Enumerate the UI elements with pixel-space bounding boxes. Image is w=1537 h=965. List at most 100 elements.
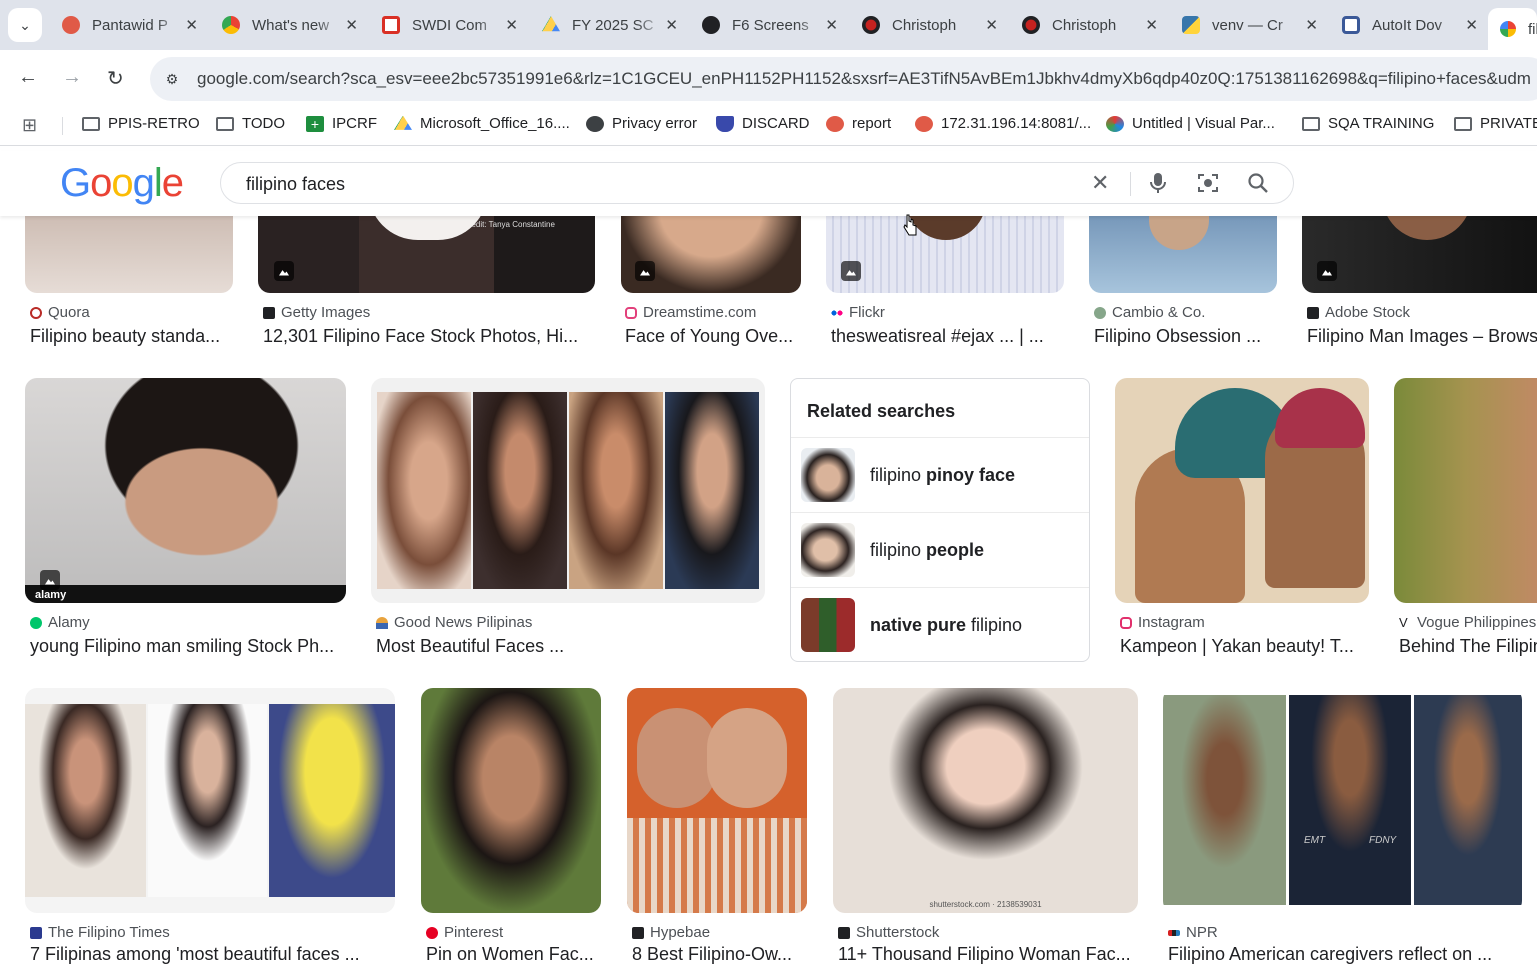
related-thumbnail (801, 523, 855, 577)
image-badge-icon (274, 261, 294, 281)
tab-autoit[interactable]: AutoIt Dov ✕ (1330, 8, 1488, 42)
close-icon[interactable]: ✕ (1305, 16, 1318, 34)
search-icon[interactable] (1247, 172, 1269, 200)
image-result[interactable] (1394, 378, 1537, 603)
related-search-item[interactable]: native pure filipino (791, 587, 1089, 661)
result-title[interactable]: Most Beautiful Faces ... (376, 636, 766, 657)
result-title[interactable]: 11+ Thousand Filipino Woman Fac... (838, 944, 1138, 965)
result-title[interactable]: Filipino Man Images – Browse (1307, 326, 1537, 347)
forward-arrow-icon[interactable]: → (62, 66, 82, 89)
result-source: V Vogue Philippines (1399, 614, 1537, 631)
tab-swdi[interactable]: SWDI Com ✕ (370, 8, 528, 42)
close-icon[interactable]: ✕ (505, 16, 518, 34)
result-title[interactable]: Filipino beauty standa... (30, 326, 230, 347)
close-icon[interactable]: ✕ (1465, 16, 1478, 34)
close-icon[interactable]: ✕ (665, 16, 678, 34)
bookmarks-bar: ⊞ PPIS-RETRO TODO + IPCRF Microsoft_Offic… (0, 106, 1537, 146)
python-icon (1182, 16, 1200, 34)
bookmark-label: IPCRF (332, 115, 377, 132)
bookmark-ipcrf[interactable]: + IPCRF (306, 115, 377, 132)
tab-christoph-2[interactable]: Christoph ✕ (1010, 8, 1168, 42)
tab-pantawid[interactable]: Pantawid P ✕ (50, 8, 208, 42)
result-title[interactable]: 12,301 Filipino Face Stock Photos, Hi... (263, 326, 593, 347)
tab-title: Christoph (1052, 16, 1117, 34)
result-source: NPR (1168, 924, 1218, 941)
image-result[interactable]: alamy (25, 378, 346, 603)
image-result[interactable] (25, 688, 395, 913)
drive-icon (542, 16, 560, 32)
google-icon (1500, 21, 1516, 37)
tab-google-active[interactable]: fil (1488, 8, 1537, 50)
related-search-item[interactable]: filipino pinoy face (791, 437, 1089, 512)
reload-icon[interactable]: ↻ (107, 66, 124, 91)
video-icon (862, 16, 880, 34)
image-result[interactable] (627, 688, 807, 913)
folder-icon (216, 116, 234, 131)
bookmark-report[interactable]: report (826, 115, 891, 132)
result-source: Good News Pilipinas (376, 614, 532, 631)
result-title[interactable]: thesweatisreal #ejax ... | ... (831, 326, 1061, 347)
image-result[interactable] (1115, 378, 1369, 603)
result-title[interactable]: young Filipino man smiling Stock Ph... (30, 636, 345, 657)
related-searches-card: Related searches filipino pinoy face fil… (790, 378, 1090, 662)
site-info-icon[interactable]: ⚙ (157, 64, 187, 94)
close-icon[interactable]: ✕ (985, 16, 998, 34)
tab-title: What's new (252, 16, 330, 34)
bookmark-todo[interactable]: TODO (216, 115, 285, 132)
microphone-icon[interactable] (1149, 172, 1167, 200)
tab-title: fil (1528, 20, 1537, 38)
bookmark-privacy-error[interactable]: Privacy error (586, 115, 697, 132)
result-title[interactable]: Filipino American caregivers reflect on … (1168, 944, 1508, 965)
bookmark-label: SQA TRAINING (1328, 115, 1435, 132)
bookmark-microsoft-office[interactable]: Microsoft_Office_16.... (394, 115, 570, 132)
close-icon[interactable]: ✕ (825, 16, 838, 34)
bookmark-sqa-training[interactable]: SQA TRAINING (1302, 115, 1434, 132)
apps-grid-icon[interactable]: ⊞ (22, 115, 37, 136)
result-title[interactable]: Pin on Women Fac... (426, 944, 601, 965)
related-text-bold: pinoy face (926, 464, 1016, 485)
search-input[interactable]: filipino faces (246, 174, 345, 195)
tab-search-button[interactable]: ⌄ (8, 8, 42, 42)
result-title[interactable]: Kampeon | Yakan beauty! T... (1120, 636, 1370, 657)
result-source: Alamy (30, 614, 90, 631)
search-box[interactable]: filipino faces ✕ (220, 162, 1294, 204)
result-title[interactable]: 7 Filipinas among 'most beautiful faces … (30, 944, 370, 965)
tab-christoph-1[interactable]: Christoph ✕ (850, 8, 1008, 42)
result-title[interactable]: Behind The Filipino (1399, 636, 1537, 657)
image-result[interactable] (421, 688, 601, 913)
result-title[interactable]: Filipino Obsession ... (1094, 326, 1279, 347)
tab-f6[interactable]: F6 Screens ✕ (690, 8, 848, 42)
related-text: filipino (966, 614, 1023, 635)
address-bar[interactable]: ⚙ google.com/search?sca_esv=eee2bc573519… (150, 57, 1537, 101)
heart-icon (826, 115, 844, 132)
image-result[interactable]: EMT FDNY (1163, 688, 1522, 913)
result-title[interactable]: 8 Best Filipino-Ow... (632, 944, 807, 965)
close-icon[interactable]: ✕ (185, 16, 198, 34)
related-search-item[interactable]: filipino people (791, 512, 1089, 587)
close-icon[interactable]: ✕ (1145, 16, 1158, 34)
bookmark-private[interactable]: PRIVATE (1454, 115, 1537, 132)
tab-title: SWDI Com (412, 16, 487, 34)
bookmark-discard[interactable]: DISCARD (716, 115, 810, 132)
image-result[interactable]: shutterstock.com · 2138539031 (833, 688, 1138, 913)
bookmark-ppis-retro[interactable]: PPIS-RETRO (82, 115, 200, 132)
clear-icon[interactable]: ✕ (1091, 170, 1109, 196)
globe-icon (586, 115, 604, 132)
folder-icon (1302, 116, 1320, 131)
back-arrow-icon[interactable]: ← (18, 66, 38, 89)
lens-camera-icon[interactable] (1197, 172, 1219, 200)
result-source: Getty Images (263, 304, 370, 321)
video-icon (1022, 16, 1040, 34)
image-result[interactable] (371, 378, 765, 603)
close-icon[interactable]: ✕ (345, 16, 358, 34)
chevron-down-icon: ⌄ (19, 16, 31, 33)
tab-venv[interactable]: venv — Cr ✕ (1170, 8, 1328, 42)
tab-fy2025[interactable]: FY 2025 SC ✕ (530, 8, 688, 42)
tab-whats-new[interactable]: What's new ✕ (210, 8, 368, 42)
google-logo[interactable]: Google (60, 161, 184, 206)
image-watermark: shutterstock.com · 2138539031 (929, 900, 1042, 909)
heart-icon (62, 16, 80, 34)
result-title[interactable]: Face of Young Ove... (625, 326, 803, 347)
bookmark-visual-paradigm[interactable]: Untitled | Visual Par... (1106, 115, 1275, 132)
bookmark-ip-address[interactable]: 172.31.196.14:8081/... (915, 115, 1091, 132)
